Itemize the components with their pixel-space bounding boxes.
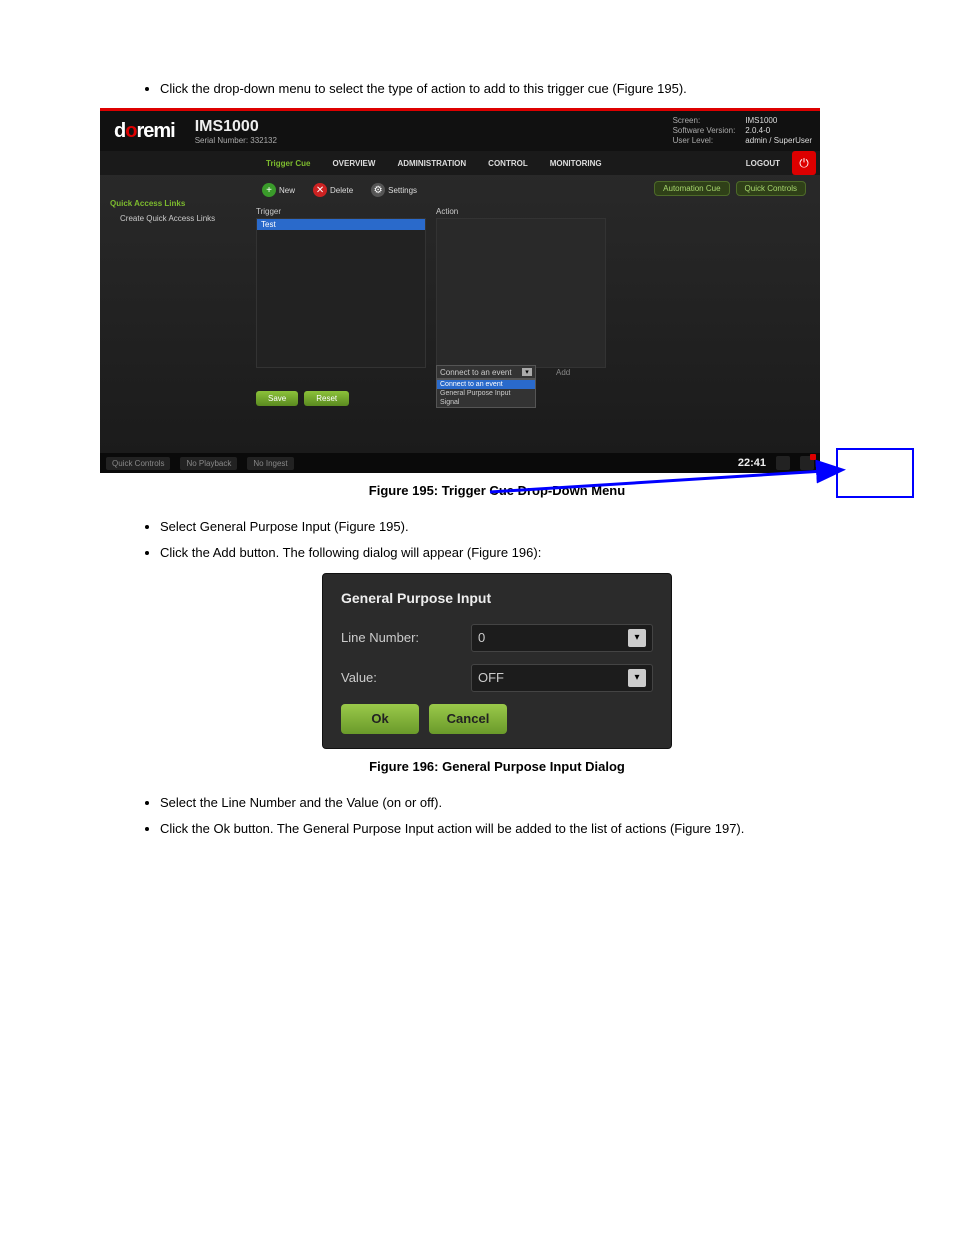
- doremi-logo: doremi: [114, 120, 175, 143]
- automation-cue-button[interactable]: Automation Cue: [654, 181, 729, 196]
- reset-button[interactable]: Reset: [304, 391, 349, 406]
- bullet-item: Select General Purpose Input (Figure 195…: [160, 518, 894, 536]
- bullet-list-mid: Select General Purpose Input (Figure 195…: [160, 518, 894, 562]
- logo-o: o: [125, 120, 136, 142]
- action-column: Action: [436, 207, 606, 368]
- value-value: OFF: [478, 670, 504, 685]
- dropdown-menu-open[interactable]: Connect to an event General Purpose Inpu…: [436, 379, 536, 408]
- footer-ingest[interactable]: No Ingest: [247, 457, 293, 470]
- figure-caption-196: Figure 196: General Purpose Input Dialog: [100, 759, 894, 774]
- dialog-buttons: Ok Cancel: [341, 704, 653, 734]
- plus-icon: +: [262, 183, 276, 197]
- sysinfo-values: IMS1000 2.0.4-0 admin / SuperUser: [745, 116, 812, 147]
- bullet-item: Click the drop-down menu to select the t…: [160, 80, 894, 98]
- screenshot-trigger-cue: doremi IMS1000 Serial Number: 332132 Scr…: [100, 108, 820, 473]
- bullet-item: Click the Add button. The following dial…: [160, 544, 894, 562]
- footer-quick-controls[interactable]: Quick Controls: [106, 457, 170, 470]
- alert-icon[interactable]: [800, 456, 814, 470]
- bullet-item: Select the Line Number and the Value (on…: [160, 794, 894, 812]
- bullet-list-bot: Select the Line Number and the Value (on…: [160, 794, 894, 838]
- bullet-item: Click the Ok button. The General Purpose…: [160, 820, 894, 838]
- line-number-row: Line Number: 0 ▾: [341, 624, 653, 652]
- chevron-down-icon: ▾: [628, 629, 646, 647]
- sidebar: Quick Access Links Create Quick Access L…: [110, 199, 250, 223]
- value-label: Value:: [341, 670, 471, 685]
- app-header: doremi IMS1000 Serial Number: 332132 Scr…: [100, 111, 820, 151]
- right-pill-row: Automation Cue Quick Controls: [654, 181, 806, 196]
- trigger-label: Trigger: [256, 207, 426, 216]
- product-name: IMS1000: [195, 118, 277, 136]
- action-type-dropdown[interactable]: Connect to an event ▾: [436, 365, 536, 379]
- dropdown-option[interactable]: General Purpose Input: [437, 389, 535, 398]
- new-button[interactable]: +New: [256, 181, 301, 199]
- quick-access-title: Quick Access Links: [110, 199, 250, 208]
- delete-label: Delete: [330, 186, 353, 195]
- callout-add-button: [836, 448, 914, 498]
- logo-text: d: [114, 120, 125, 142]
- bullet-list-top: Click the drop-down menu to select the t…: [160, 80, 894, 98]
- tab-monitoring[interactable]: MONITORING: [540, 155, 612, 172]
- power-icon[interactable]: ⏻: [792, 151, 816, 175]
- action-label: Action: [436, 207, 606, 216]
- settings-label: Settings: [388, 186, 417, 195]
- settings-button[interactable]: ⚙Settings: [365, 181, 423, 199]
- toolbar: +New ✕Delete ⚙Settings: [256, 181, 423, 199]
- line-number-value: 0: [478, 630, 485, 645]
- status-bar: Quick Controls No Playback No Ingest 22:…: [100, 453, 820, 473]
- quick-controls-button[interactable]: Quick Controls: [736, 181, 806, 196]
- gear-icon: ⚙: [371, 183, 385, 197]
- chevron-down-icon: ▾: [628, 669, 646, 687]
- save-button[interactable]: Save: [256, 391, 298, 406]
- user-icon[interactable]: [776, 456, 790, 470]
- dropdown-option[interactable]: Connect to an event: [437, 380, 535, 389]
- ok-button[interactable]: Ok: [341, 704, 419, 734]
- quick-access-item[interactable]: Create Quick Access Links: [110, 214, 250, 223]
- serial-number: Serial Number: 332132: [195, 136, 277, 145]
- tab-control[interactable]: CONTROL: [478, 155, 538, 172]
- clock: 22:41: [738, 457, 766, 469]
- value-select[interactable]: OFF ▾: [471, 664, 653, 692]
- tab-administration[interactable]: ADMINISTRATION: [387, 155, 476, 172]
- tab-bar: Trigger Cue OVERVIEW ADMINISTRATION CONT…: [100, 151, 820, 175]
- add-button[interactable]: Add: [556, 368, 570, 377]
- x-icon: ✕: [313, 183, 327, 197]
- screenshot-gpi-dialog: General Purpose Input Line Number: 0 ▾ V…: [322, 573, 672, 749]
- figure-caption-195: Figure 195: Trigger Cue Drop-Down Menu: [100, 483, 894, 498]
- tab-trigger-cue[interactable]: Trigger Cue: [256, 155, 320, 172]
- product-block: IMS1000 Serial Number: 332132: [195, 118, 277, 145]
- dropdown-row: Connect to an event ▾ Add: [436, 365, 570, 379]
- save-reset-row: Save Reset: [256, 391, 349, 406]
- dropdown-selected: Connect to an event: [440, 368, 512, 377]
- sysinfo-labels: Screen: Software Version: User Level:: [673, 116, 736, 147]
- logo-text2: remi: [136, 120, 174, 142]
- dialog-title: General Purpose Input: [341, 590, 653, 606]
- tab-logout[interactable]: LOGOUT: [736, 155, 790, 172]
- line-number-select[interactable]: 0 ▾: [471, 624, 653, 652]
- action-list[interactable]: [436, 218, 606, 368]
- line-number-label: Line Number:: [341, 630, 471, 645]
- footer-playback[interactable]: No Playback: [180, 457, 237, 470]
- dropdown-option[interactable]: Signal: [437, 398, 535, 407]
- trigger-column: Trigger Test: [256, 207, 426, 368]
- trigger-item-test[interactable]: Test: [257, 219, 425, 230]
- tab-overview[interactable]: OVERVIEW: [322, 155, 385, 172]
- new-label: New: [279, 186, 295, 195]
- trigger-list[interactable]: Test: [256, 218, 426, 368]
- delete-button[interactable]: ✕Delete: [307, 181, 359, 199]
- chevron-down-icon: ▾: [522, 368, 532, 376]
- value-row: Value: OFF ▾: [341, 664, 653, 692]
- system-info: Screen: Software Version: User Level: IM…: [673, 116, 812, 147]
- cancel-button[interactable]: Cancel: [429, 704, 507, 734]
